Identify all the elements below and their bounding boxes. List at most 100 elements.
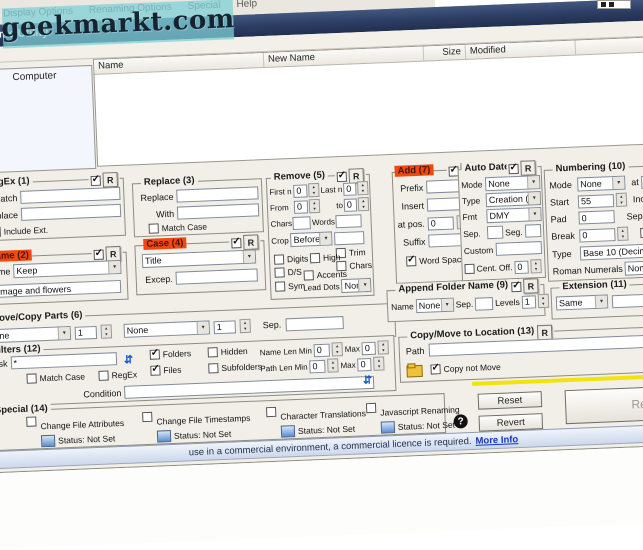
remove-words-input[interactable]	[336, 214, 363, 228]
name-mode-dropdown[interactable]: Keep	[13, 260, 121, 278]
numbering-break-input[interactable]: 0	[579, 228, 615, 242]
remove-to-spinner[interactable]	[358, 197, 370, 211]
numbering-start-input[interactable]: 55	[578, 194, 614, 208]
move-copy-to-dropdown[interactable]: None	[124, 320, 210, 337]
remove-high-checkbox[interactable]	[310, 253, 320, 263]
column-header-size[interactable]: Size	[424, 45, 467, 61]
move-copy-from-dropdown[interactable]: None	[0, 326, 71, 343]
refresh-icon[interactable]	[122, 354, 135, 364]
numbering-break-spinner[interactable]	[617, 227, 629, 241]
remove-first-input[interactable]: 0	[293, 184, 308, 198]
folder-tree[interactable]: Computer	[0, 65, 96, 174]
regex-reset-button[interactable]: R	[102, 172, 118, 188]
regex-enable-checkbox[interactable]	[91, 175, 101, 185]
auto-date-reset-button[interactable]: R	[520, 160, 536, 176]
move-copy-from-count-spinner[interactable]	[101, 324, 113, 338]
more-info-link[interactable]: More Info	[475, 434, 518, 447]
auto-date-type-dropdown[interactable]: Creation (Cur	[486, 191, 542, 207]
remove-lead-dots-dropdown[interactable]: Non	[341, 278, 372, 293]
numbering-start-spinner[interactable]	[616, 193, 628, 207]
filters-name-len-min-spinner[interactable]	[331, 342, 343, 356]
remove-sym-checkbox[interactable]	[275, 281, 285, 291]
remove-last-input[interactable]: 0	[343, 182, 357, 196]
name-value-input[interactable]: image and flowers	[0, 280, 121, 298]
refresh-icon[interactable]	[361, 375, 374, 385]
replace-match-case-checkbox[interactable]	[149, 223, 159, 233]
column-header-modified[interactable]: Modified	[466, 40, 576, 58]
filters-subfolders-checkbox[interactable]	[208, 363, 218, 373]
auto-date-enable-checkbox[interactable]	[508, 163, 518, 173]
move-copy-from-count-input[interactable]: 1	[75, 325, 98, 339]
remove-to-input[interactable]: 0	[344, 198, 358, 212]
case-reset-button[interactable]: R	[243, 234, 259, 250]
filters-path-len-min-input[interactable]: 0	[309, 359, 326, 373]
auto-date-sep-input[interactable]	[487, 226, 504, 240]
numbering-roman-dropdown[interactable]: None	[624, 260, 643, 276]
auto-date-fmt-dropdown[interactable]: DMY	[486, 207, 542, 223]
extension-mode-dropdown[interactable]: Same	[556, 294, 609, 310]
reset-button[interactable]: Reset	[478, 391, 543, 410]
remove-digits-checkbox[interactable]	[274, 254, 284, 264]
regex-include-ext-checkbox[interactable]	[0, 227, 1, 237]
append-folder-sep-input[interactable]	[475, 297, 494, 311]
browse-folder-icon[interactable]	[406, 365, 422, 378]
numbering-type-dropdown[interactable]: Base 10 (Decimal)	[580, 241, 643, 260]
auto-date-off-spinner[interactable]	[530, 259, 542, 273]
menu-help[interactable]: Help	[236, 0, 257, 10]
remove-last-spinner[interactable]	[357, 181, 369, 195]
add-word-space-checkbox[interactable]	[406, 256, 416, 266]
append-folder-mode-dropdown[interactable]: None	[415, 298, 454, 314]
copy-not-move-checkbox[interactable]	[430, 364, 440, 374]
auto-date-off-input[interactable]: 0	[514, 260, 529, 274]
special-javascript-checkbox[interactable]	[366, 403, 376, 413]
remove-crop-input[interactable]	[334, 231, 364, 245]
add-at-pos-input[interactable]: 0	[427, 216, 454, 230]
remove-accents-checkbox[interactable]	[304, 270, 314, 280]
regex-match-input[interactable]	[20, 187, 120, 204]
regex-replace-input[interactable]	[21, 204, 121, 221]
filters-name-len-max-input[interactable]: 0	[362, 341, 377, 355]
special-translations-checkbox[interactable]	[266, 407, 276, 417]
extension-value-input[interactable]	[612, 290, 643, 308]
append-folder-enable-checkbox[interactable]	[511, 281, 521, 291]
numbering-mode-dropdown[interactable]: None	[577, 176, 626, 192]
case-mode-dropdown[interactable]: Title	[142, 250, 256, 269]
remove-from-spinner[interactable]	[309, 199, 321, 213]
replace-replace-input[interactable]	[176, 186, 258, 202]
case-enable-checkbox[interactable]	[231, 238, 241, 248]
append-folder-levels-spinner[interactable]	[537, 294, 549, 308]
remove-from-input[interactable]: 0	[294, 200, 309, 214]
filters-files-checkbox[interactable]	[150, 365, 160, 375]
filters-match-case-checkbox[interactable]	[26, 373, 36, 383]
append-folder-levels-input[interactable]: 1	[521, 295, 536, 309]
move-copy-to-count-spinner[interactable]	[239, 319, 251, 333]
append-folder-reset-button[interactable]: R	[523, 278, 539, 294]
auto-date-cent-checkbox[interactable]	[464, 264, 474, 274]
auto-date-seg-input[interactable]	[524, 224, 541, 238]
replace-with-input[interactable]	[177, 203, 259, 219]
auto-date-custom-input[interactable]	[496, 241, 542, 256]
remove-first-spinner[interactable]	[308, 183, 320, 197]
filters-path-len-max-spinner[interactable]	[373, 356, 385, 370]
filters-path-len-max-input[interactable]: 0	[357, 357, 372, 371]
filters-mask-input[interactable]: *	[10, 352, 116, 369]
filters-name-len-min-input[interactable]: 0	[314, 343, 331, 357]
tree-item-computer[interactable]: Computer	[12, 70, 56, 83]
auto-date-mode-dropdown[interactable]: None	[485, 175, 541, 191]
filters-hidden-checkbox[interactable]	[208, 347, 218, 357]
filters-name-len-max-spinner[interactable]	[378, 340, 390, 354]
remove-ds-checkbox[interactable]	[274, 267, 284, 277]
case-excep-input[interactable]	[175, 268, 257, 284]
numbering-pad-input[interactable]: 0	[578, 210, 614, 224]
filters-regex-checkbox[interactable]	[98, 371, 108, 381]
special-attributes-checkbox[interactable]	[26, 416, 36, 426]
remove-chars-input[interactable]	[293, 216, 312, 230]
move-copy-to-count-input[interactable]: 1	[213, 320, 236, 334]
filters-path-len-min-spinner[interactable]	[327, 358, 339, 372]
move-copy-sep-input[interactable]	[285, 316, 343, 331]
rename-button[interactable]: Rename	[565, 383, 643, 424]
filters-folders-checkbox[interactable]	[150, 349, 160, 359]
special-timestamps-checkbox[interactable]	[142, 412, 152, 422]
remove-crop-dropdown[interactable]: Before	[290, 231, 333, 247]
remove-enable-checkbox[interactable]	[337, 171, 347, 181]
